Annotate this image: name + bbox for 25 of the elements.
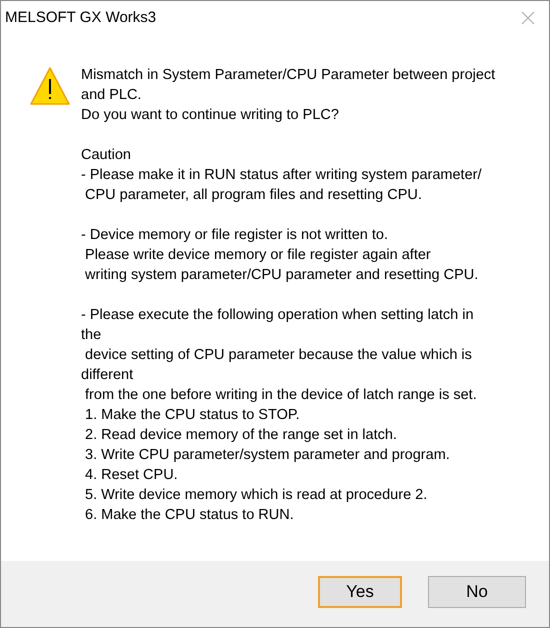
message-line: 6. Make the CPU status to RUN. xyxy=(84,506,295,525)
message-line: and PLC. xyxy=(81,86,142,105)
message-line: from the one before writing in the device of latch range is set. xyxy=(84,386,478,405)
window-title: MELSOFT GX Works3 xyxy=(5,8,156,28)
message-line: CPU parameter, all program files and resetting CPU. xyxy=(84,186,423,205)
message-line: Please write device memory or file register again after xyxy=(84,246,432,265)
message-line: - Please make it in RUN status after writing system parameter/ xyxy=(81,166,482,185)
message-line: 4. Reset CPU. xyxy=(84,466,179,485)
message-line: Caution xyxy=(81,146,132,165)
message-line: device setting of CPU parameter because the value which is xyxy=(84,346,473,365)
message-line: 2. Read device memory of the range set in latch. xyxy=(84,426,398,445)
message-line: 5. Write device memory which is read at procedure 2. xyxy=(84,486,428,505)
warning-icon xyxy=(30,67,70,105)
message-line: the xyxy=(81,326,102,345)
message-line: 3. Write CPU parameter/system parameter and program. xyxy=(84,446,451,465)
message-line: writing system parameter/CPU parameter and resetting CPU. xyxy=(84,266,480,285)
dialog-button[interactable]: Yes xyxy=(318,576,402,608)
message-line: - Device memory or file register is not written to. xyxy=(81,226,390,245)
close-icon[interactable] xyxy=(521,11,535,25)
message-line: Do you want to continue writing to PLC? xyxy=(81,106,340,125)
message-line: 1. Make the CPU status to STOP. xyxy=(84,406,301,425)
message-line: different xyxy=(81,366,134,385)
message-line: - Please execute the following operation when setting latch in xyxy=(81,306,475,325)
dialog-button[interactable]: No xyxy=(428,576,526,608)
message-line: Mismatch in System Parameter/CPU Parameter between project xyxy=(81,66,496,85)
